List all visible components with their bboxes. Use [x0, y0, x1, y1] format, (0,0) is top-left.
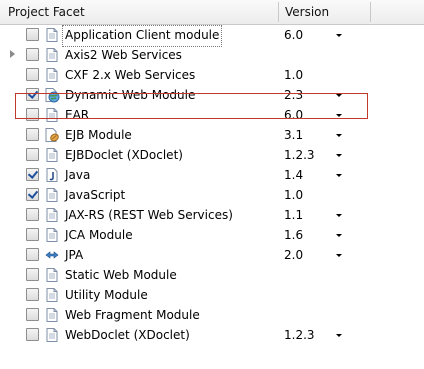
document-icon — [44, 107, 60, 123]
facet-version[interactable]: 2.3 — [284, 85, 303, 105]
version-dropdown-arrow-icon[interactable] — [336, 34, 342, 37]
facet-version[interactable]: 6.0 — [284, 105, 303, 125]
facet-checkbox[interactable] — [26, 168, 39, 181]
facet-row[interactable]: Java 1.4 — [0, 165, 424, 185]
facet-checkbox[interactable] — [26, 48, 39, 61]
ejb-bean-icon — [44, 127, 60, 143]
column-header-project-facet[interactable]: Project Facet — [8, 0, 85, 24]
version-dropdown-arrow-icon[interactable] — [336, 94, 342, 97]
column-header-version[interactable]: Version — [285, 0, 329, 24]
facet-version[interactable]: 6.0 — [284, 25, 303, 45]
facet-version[interactable]: 1.4 — [284, 165, 303, 185]
facet-checkbox[interactable] — [26, 228, 39, 241]
version-dropdown-arrow-icon[interactable] — [336, 254, 342, 257]
facet-row[interactable]: JAX-RS (REST Web Services) 1.1 — [0, 205, 424, 225]
facet-checkbox[interactable] — [26, 248, 39, 261]
version-dropdown-arrow-icon[interactable] — [336, 214, 342, 217]
facet-checkbox[interactable] — [26, 308, 39, 321]
facet-checkbox[interactable] — [26, 68, 39, 81]
jpa-arrows-icon — [44, 247, 60, 263]
version-dropdown-arrow-icon[interactable] — [336, 174, 342, 177]
facet-row[interactable]: Dynamic Web Module 2.3 — [0, 85, 424, 105]
document-icon — [44, 207, 60, 223]
facet-label: WebDoclet (XDoclet) — [65, 328, 190, 342]
facet-label: Axis2 Web Services — [65, 48, 182, 62]
facet-version[interactable]: 1.6 — [284, 225, 303, 245]
facet-version[interactable]: 1.2.3 — [284, 325, 315, 345]
facet-label: Dynamic Web Module — [65, 88, 196, 102]
facet-version[interactable]: 2.0 — [284, 245, 303, 265]
facet-checkbox[interactable] — [26, 128, 39, 141]
facet-row[interactable]: WebDoclet (XDoclet) 1.2.3 — [0, 325, 424, 345]
document-icon — [44, 327, 60, 343]
facet-version[interactable]: 1.1 — [284, 205, 303, 225]
version-dropdown-arrow-icon[interactable] — [336, 134, 342, 137]
facet-label: JCA Module — [65, 228, 133, 242]
facet-label: Application Client module — [62, 25, 223, 47]
facet-version[interactable]: 3.1 — [284, 125, 303, 145]
facet-checkbox[interactable] — [26, 28, 39, 41]
facet-checkbox[interactable] — [26, 208, 39, 221]
facet-row[interactable]: JPA 2.0 — [0, 245, 424, 265]
facet-label: EJB Module — [65, 128, 132, 142]
facet-label: Java — [65, 168, 91, 182]
document-icon — [44, 307, 60, 323]
facet-row[interactable]: EJB Module 3.1 — [0, 125, 424, 145]
facet-row[interactable]: Web Fragment Module — [0, 305, 424, 325]
facet-label: EJBDoclet (XDoclet) — [65, 148, 183, 162]
expand-arrow-icon[interactable] — [10, 50, 15, 58]
document-icon — [44, 187, 60, 203]
facet-label: Web Fragment Module — [65, 308, 200, 322]
facet-row[interactable]: Utility Module — [0, 285, 424, 305]
facet-label: JavaScript — [65, 188, 126, 202]
facet-label: Utility Module — [65, 288, 148, 302]
facet-checkbox[interactable] — [26, 108, 39, 121]
facet-row[interactable]: Static Web Module — [0, 265, 424, 285]
table-header: Project Facet Version — [0, 0, 424, 25]
column-separator[interactable] — [370, 2, 371, 22]
document-icon — [44, 267, 60, 283]
facet-row[interactable]: JCA Module 1.6 — [0, 225, 424, 245]
facet-row[interactable]: Application Client module 6.0 — [0, 25, 424, 47]
column-separator[interactable] — [278, 2, 279, 22]
facet-row[interactable]: CXF 2.x Web Services 1.0 — [0, 65, 424, 85]
facet-version[interactable]: 1.2.3 — [284, 145, 315, 165]
facet-checkbox[interactable] — [26, 188, 39, 201]
facet-version: 1.0 — [284, 68, 304, 82]
document-icon — [44, 27, 60, 43]
facet-checkbox[interactable] — [26, 288, 39, 301]
document-icon — [44, 287, 60, 303]
vertical-scrollbar[interactable] — [419, 25, 424, 369]
document-icon — [44, 147, 60, 163]
version-dropdown-arrow-icon[interactable] — [336, 114, 342, 117]
facet-checkbox[interactable] — [26, 148, 39, 161]
project-facets-table: Project Facet Version Application Client… — [0, 0, 424, 369]
facet-row[interactable]: JavaScript 1.0 — [0, 185, 424, 205]
facet-label: EAR — [65, 108, 90, 122]
version-dropdown-arrow-icon[interactable] — [336, 334, 342, 337]
facet-checkbox[interactable] — [26, 268, 39, 281]
facet-list: Application Client module 6.0 Axis2 Web Se… — [0, 25, 424, 345]
document-icon — [44, 227, 60, 243]
java-icon — [44, 167, 60, 183]
facet-row[interactable]: EAR 6.0 — [0, 105, 424, 125]
facet-label: Static Web Module — [65, 268, 177, 282]
facet-checkbox[interactable] — [26, 328, 39, 341]
document-icon — [44, 47, 60, 63]
facet-label: JPA — [65, 248, 84, 262]
version-dropdown-arrow-icon[interactable] — [336, 154, 342, 157]
version-dropdown-arrow-icon[interactable] — [336, 234, 342, 237]
facet-row[interactable]: Axis2 Web Services — [0, 45, 424, 65]
facet-version: 1.0 — [284, 188, 304, 202]
facet-label: JAX-RS (REST Web Services) — [65, 208, 233, 222]
facet-checkbox[interactable] — [26, 88, 39, 101]
facet-label: CXF 2.x Web Services — [65, 68, 196, 82]
web-globe-icon — [44, 87, 60, 103]
facet-row[interactable]: EJBDoclet (XDoclet) 1.2.3 — [0, 145, 424, 165]
document-icon — [44, 67, 60, 83]
